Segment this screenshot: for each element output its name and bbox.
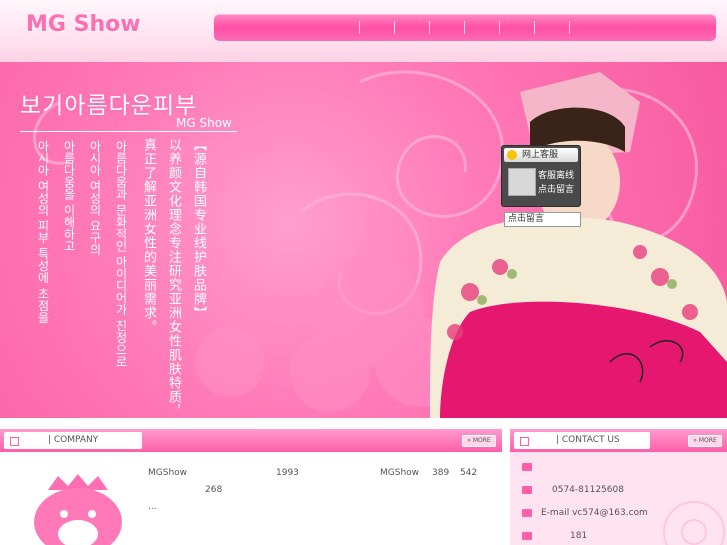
contact-content: 0574-81125608 E-mail vc574@163.com 181 bbox=[510, 452, 727, 545]
chat-header: 网上客服 bbox=[504, 148, 578, 162]
smiley-icon bbox=[507, 150, 517, 160]
company-text: ... bbox=[148, 502, 157, 512]
telephone-icon bbox=[663, 501, 725, 545]
banner-chinese-column: 【源自韩国专业线护肤品牌】 bbox=[191, 138, 206, 320]
banner-korean-column: 아름다움과 문화적인 아이디어가 진정으로 bbox=[114, 140, 128, 368]
top-nav-bar bbox=[214, 14, 716, 41]
banner-chinese-column: 以养颜文化理念专注研究亚洲女性肌肤特质， bbox=[166, 138, 181, 418]
chat-title: 网上客服 bbox=[522, 150, 559, 160]
agent-avatar bbox=[508, 168, 536, 196]
company-section-bar: | COMPANY » MORE bbox=[0, 429, 502, 452]
leave-message-link[interactable]: 点击留言 bbox=[538, 182, 574, 195]
contact-tab-label: | CONTACT US bbox=[556, 435, 620, 445]
nav-separator bbox=[569, 21, 570, 34]
company-text: 389 bbox=[432, 468, 450, 478]
contact-text: 181 bbox=[570, 531, 588, 541]
company-more-button[interactable]: » MORE bbox=[462, 435, 496, 447]
company-tab[interactable]: | COMPANY bbox=[4, 432, 142, 449]
contact-tab[interactable]: | CONTACT US bbox=[514, 432, 650, 449]
nav-separator bbox=[359, 21, 360, 34]
banner-divider bbox=[20, 131, 237, 132]
banner-korean-title: 보기아름다운피부 bbox=[20, 93, 198, 119]
crown-mascot-icon bbox=[34, 474, 122, 545]
nav-separator bbox=[394, 21, 395, 34]
company-text: MGShow bbox=[380, 468, 420, 478]
banner-korean-column: 아시아 여성의 피부 특성에 초점을 bbox=[36, 140, 50, 324]
banner-korean-column: 아름다움을 이해하고 bbox=[62, 140, 76, 252]
contact-more-button[interactable]: » MORE bbox=[688, 435, 722, 447]
company-text: 1993 bbox=[276, 468, 299, 478]
chat-status: 客服离线 bbox=[538, 171, 575, 181]
company-tab-label: | COMPANY bbox=[48, 435, 99, 445]
banner-chinese-column: 真正了解亚洲女性的美丽需求。 bbox=[141, 138, 156, 334]
leave-message-button[interactable]: 点击留言 bbox=[504, 212, 581, 227]
mail-icon bbox=[522, 463, 532, 471]
mail-icon bbox=[522, 509, 532, 517]
online-service-widget: 网上客服 客服离线 点击留言 bbox=[501, 145, 581, 207]
mail-icon bbox=[522, 532, 532, 540]
banner-korean-column: 아시아 여성의 요구의 bbox=[88, 140, 102, 256]
contact-section-bar: | CONTACT US » MORE bbox=[510, 429, 727, 452]
contact-email[interactable]: E-mail vc574@163.com bbox=[541, 508, 648, 518]
nav-separator bbox=[464, 21, 465, 34]
mail-icon bbox=[522, 486, 532, 494]
square-icon bbox=[520, 437, 529, 446]
nav-separator bbox=[429, 21, 430, 34]
site-logo[interactable]: MG Show bbox=[26, 12, 141, 37]
company-text: MGShow bbox=[148, 468, 188, 478]
nav-separator bbox=[499, 21, 500, 34]
nav-separator bbox=[534, 21, 535, 34]
banner-brand: MG Show bbox=[176, 116, 232, 130]
company-content: MGShow 1993 MGShow 389 542 268 ... bbox=[0, 452, 502, 545]
company-text: 542 bbox=[460, 468, 478, 478]
contact-phone: 0574-81125608 bbox=[552, 485, 624, 495]
company-text: 268 bbox=[205, 485, 223, 495]
square-icon bbox=[10, 437, 19, 446]
